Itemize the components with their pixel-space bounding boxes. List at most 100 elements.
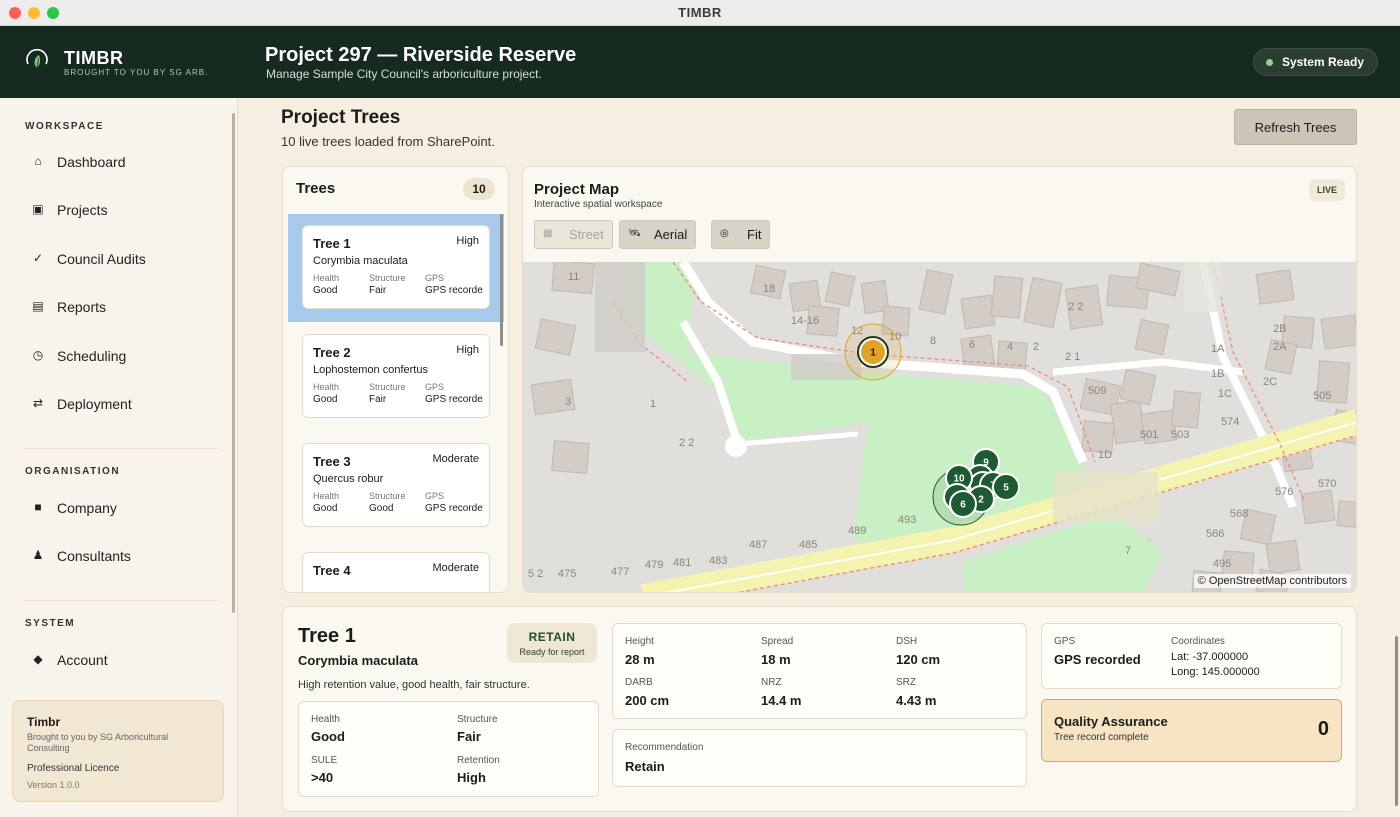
system-status-badge: System Ready	[1252, 48, 1378, 76]
sidebar-item-account[interactable]: ◆ Account	[24, 646, 224, 676]
main-scrollbar[interactable]	[1395, 636, 1398, 806]
nav-label: Consultants	[57, 548, 131, 564]
gps-value: GPS recorded	[1054, 652, 1141, 667]
location-box: GPS GPS recorded Coordinates Lat: -37.00…	[1041, 623, 1342, 689]
house-number: 6	[969, 339, 975, 351]
structure-label: Structure	[369, 273, 406, 283]
tree-marker-6[interactable]: 6	[949, 490, 977, 518]
map-canvas[interactable]: 111814-16121086422 22 11A1B1C2C2B2A50950…	[523, 262, 1357, 593]
licence-card: Timbr Brought to you by SG Arboricultura…	[12, 700, 224, 802]
trees-panel: Trees 10 Tree 1 High Corymbia maculata H…	[282, 166, 509, 593]
trees-count-badge: 10	[463, 178, 495, 200]
sidebar-item-consultants[interactable]: ♟ Consultants	[24, 542, 224, 572]
house-number: 574	[1221, 416, 1239, 428]
tree-list-item-3[interactable]: Tree 3 Moderate Quercus robur Health Str…	[302, 443, 490, 527]
health-label: Health	[313, 382, 340, 392]
project-map-panel: Project Map Interactive spatial workspac…	[522, 166, 1357, 593]
height-value: 28 m	[625, 652, 655, 667]
brand-tagline: BROUGHT TO YOU BY SG ARB.	[64, 68, 209, 77]
nav-label: Scheduling	[57, 348, 127, 364]
diamond-icon: ◆	[33, 652, 43, 666]
sidebar-item-projects[interactable]: ▣ Projects	[24, 196, 224, 226]
street-view-button[interactable]: ▦ Street	[534, 220, 613, 249]
tree-list-item-4[interactable]: Tree 4 Moderate	[302, 552, 490, 592]
tree-detail-panel: Tree 1 Corymbia maculata High retention …	[282, 606, 1357, 812]
nav-label: Dashboard	[57, 154, 126, 170]
retention-label: Retention	[457, 755, 500, 766]
tree-priority: High	[456, 344, 479, 356]
sidebar-item-deployment[interactable]: ⇄ Deployment	[24, 390, 224, 420]
house-number: 570	[1318, 478, 1336, 490]
tree-list-item-1[interactable]: Tree 1 High Corymbia maculata Health Str…	[302, 225, 490, 309]
gps-label: GPS	[425, 273, 445, 283]
health-label: Health	[311, 714, 340, 725]
tree-marker-1[interactable]: 1	[857, 336, 889, 368]
house-number: 566	[1206, 528, 1224, 540]
house-number: 489	[848, 525, 866, 537]
section-divider	[24, 448, 218, 449]
aerial-label: Aerial	[654, 227, 688, 242]
page-subtitle: 10 live trees loaded from SharePoint.	[281, 134, 495, 149]
sidebar-item-scheduling[interactable]: ◷ Scheduling	[24, 342, 224, 372]
app-header: TIMBR BROUGHT TO YOU BY SG ARB. Project …	[0, 26, 1400, 98]
refresh-trees-button[interactable]: Refresh Trees	[1234, 109, 1357, 145]
qa-issue-count: 0	[1317, 718, 1329, 740]
detail-tree-name: Tree 1	[298, 625, 356, 647]
sidebar: WORKSPACE ⌂ Dashboard ▣ Projects ✓ Counc…	[0, 98, 238, 817]
latitude-value: Lat: -37.000000	[1171, 651, 1249, 663]
sidebar-item-reports[interactable]: ▤ Reports	[24, 293, 224, 323]
licence-card-subtitle: Brought to you by SG Arboricultural Cons…	[27, 732, 169, 753]
house-number: 568	[1230, 508, 1248, 520]
house-number: 8	[930, 335, 936, 347]
section-title-workspace: WORKSPACE	[25, 121, 104, 132]
house-number: 495	[1213, 558, 1231, 570]
marker-label: 10	[953, 474, 965, 485]
project-title: Project 297 — Riverside Reserve	[265, 44, 577, 66]
window-titlebar: TIMBR	[0, 0, 1400, 26]
tree-list-item-2[interactable]: Tree 2 High Lophostemon confertus Health…	[302, 334, 490, 418]
tree-priority: Moderate	[432, 562, 479, 574]
house-number: 11	[568, 271, 579, 283]
house-number: 487	[749, 539, 767, 551]
house-number: 2C	[1263, 376, 1277, 388]
house-number: 14-16	[791, 315, 819, 327]
map-building	[551, 439, 590, 475]
sidebar-item-dashboard[interactable]: ⌂ Dashboard	[24, 148, 224, 178]
house-number: 477	[611, 566, 629, 578]
nav-label: Council Audits	[57, 251, 146, 267]
spread-label: Spread	[761, 636, 794, 647]
tree-priority: High	[456, 235, 479, 247]
quality-assurance-box[interactable]: Quality Assurance Tree record complete 0	[1041, 699, 1342, 762]
house-number: 18	[763, 283, 775, 295]
gps-value: GPS recorded	[425, 285, 483, 296]
house-number: 501	[1140, 429, 1158, 441]
fit-label: Fit	[747, 227, 762, 242]
recommendation-badge-main: RETAIN	[528, 630, 576, 644]
longitude-value: Long: 145.000000	[1171, 666, 1260, 678]
structure-value: Fair	[457, 729, 481, 744]
map-blur-patch	[1185, 262, 1221, 312]
section-title-system: SYSTEM	[25, 618, 76, 629]
house-number: 576	[1275, 486, 1293, 498]
house-number: 2A	[1273, 341, 1287, 353]
sidebar-item-company[interactable]: ■ Company	[24, 494, 224, 524]
nav-label: Projects	[57, 202, 108, 218]
nrz-value: 14.4 m	[761, 693, 802, 708]
dsh-label: DSH	[896, 636, 918, 647]
tree-name: Tree 2	[313, 345, 351, 360]
sidebar-item-council-audits[interactable]: ✓ Council Audits	[24, 245, 224, 275]
map-blur-patch	[595, 262, 645, 352]
qa-subtitle: Tree record complete	[1054, 732, 1149, 743]
tree-priority: Moderate	[432, 453, 479, 465]
map-attribution[interactable]: © OpenStreetMap contributors	[1193, 574, 1351, 588]
house-number: 2 2	[1068, 301, 1083, 313]
fit-bounds-button[interactable]: ◎ Fit	[711, 220, 770, 249]
aerial-view-button[interactable]: 🛰 Aerial	[619, 220, 696, 249]
nav-label: Company	[57, 500, 117, 516]
tree-marker-5[interactable]: 5	[992, 473, 1020, 501]
trees-list-scrollbar[interactable]	[500, 214, 503, 346]
house-number: 2 2	[679, 437, 694, 449]
map-building	[1255, 269, 1295, 305]
darb-value: 200 cm	[625, 693, 670, 708]
sidebar-scrollbar[interactable]	[232, 113, 235, 613]
